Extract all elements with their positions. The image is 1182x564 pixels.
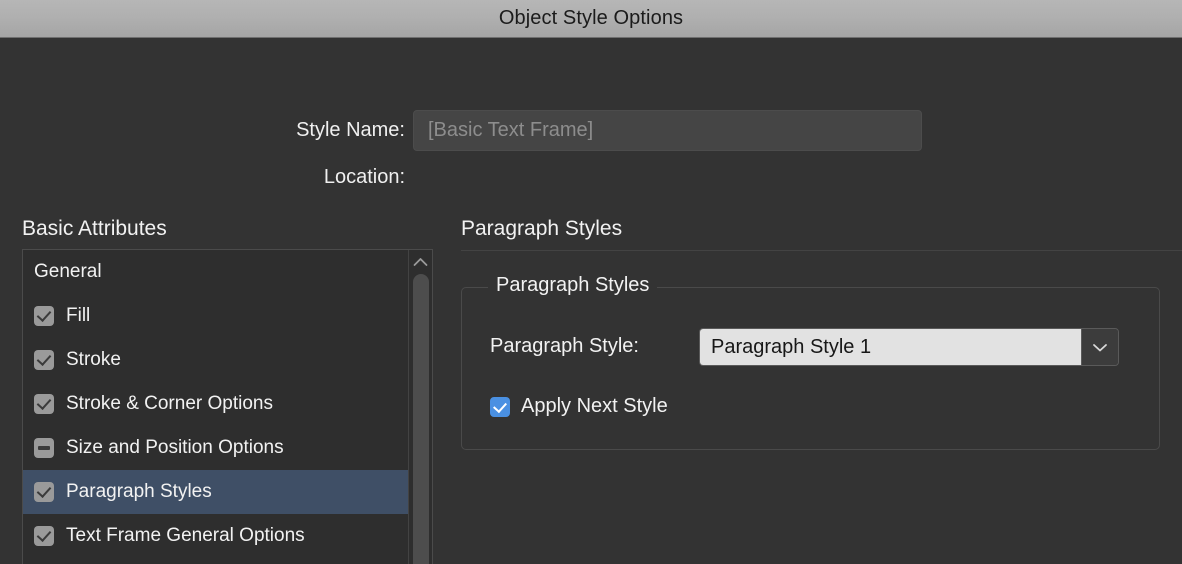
apply-next-style-label: Apply Next Style [521,395,668,417]
list-item-label: Text Frame General Options [66,525,305,546]
scroll-up-chevron-icon[interactable] [409,254,432,270]
list-item-text-frame-baseline-options[interactable]: Text Frame Baseline Options [23,558,410,564]
paragraph-style-label: Paragraph Style: [490,335,639,357]
chevron-down-icon[interactable] [1081,329,1118,365]
paragraph-styles-heading: Paragraph Styles [461,217,623,240]
style-name-label: Style Name: [296,119,405,141]
paragraph-style-value: Paragraph Style 1 [700,329,1081,365]
object-style-options-dialog: Object Style Options Style Name: [Basic … [0,0,1182,564]
list-item-label: Paragraph Styles [66,481,212,502]
apply-next-style-checkbox[interactable] [490,396,510,417]
dialog-title: Object Style Options [498,7,684,29]
location-label: Location: [323,166,405,188]
paragraph-styles-group-legend: Paragraph Styles [488,274,658,297]
checkbox-checked-icon[interactable] [34,482,54,502]
style-name-input[interactable]: [Basic Text Frame] [413,110,922,151]
list-item-label: Size and Position Options [66,437,284,458]
heading-divider [461,250,1182,251]
list-item-label: Stroke & Corner Options [66,393,273,414]
checkbox-indeterminate-icon[interactable] [34,438,54,458]
list-item-label: Fill [66,305,91,326]
list-item-label: General [34,261,102,282]
apply-next-style-row[interactable]: Apply Next Style [490,395,668,418]
paragraph-style-dropdown[interactable]: Paragraph Style 1 [699,328,1119,366]
checkbox-checked-icon[interactable] [34,306,54,326]
checkbox-checked-icon[interactable] [34,526,54,546]
basic-attributes-heading: Basic Attributes [22,217,167,240]
list-item-paragraph-styles[interactable]: Paragraph Styles [23,470,410,514]
style-name-value: [Basic Text Frame] [428,119,594,141]
list-item-text-frame-general-options[interactable]: Text Frame General Options [23,514,410,558]
checkbox-checked-icon[interactable] [34,350,54,370]
list-item-stroke[interactable]: Stroke [23,338,410,382]
list-item-size-and-position-options[interactable]: Size and Position Options [23,426,410,470]
list-item-general[interactable]: General [23,250,410,294]
dialog-body: Style Name: [Basic Text Frame] Location:… [0,39,1182,564]
basic-attributes-listbox[interactable]: General Fill Stroke Stroke & Corner Opti… [22,249,433,564]
list-item-fill[interactable]: Fill [23,294,410,338]
list-scrollbar[interactable] [408,250,432,564]
list-item-stroke-and-corner-options[interactable]: Stroke & Corner Options [23,382,410,426]
basic-attributes-list: General Fill Stroke Stroke & Corner Opti… [23,250,410,564]
checkbox-checked-icon[interactable] [34,394,54,414]
scrollbar-thumb[interactable] [413,274,429,564]
paragraph-styles-group: Paragraph Styles Paragraph Style: Paragr… [461,274,1160,450]
list-item-label: Stroke [66,349,121,370]
dialog-titlebar[interactable]: Object Style Options [0,0,1182,38]
